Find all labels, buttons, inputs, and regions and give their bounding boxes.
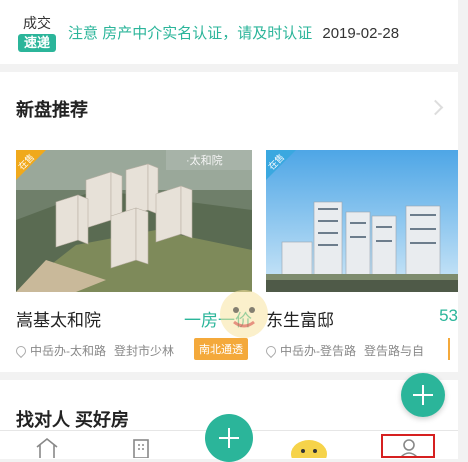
project-district: 中岳办-太和路	[30, 344, 106, 358]
image-caption: ·太和院	[186, 155, 223, 167]
news-headline[interactable]: 注意 房产中介实名认证，请及时认证 2019-02-28	[68, 22, 399, 43]
project-area: 登告路与自	[364, 344, 425, 358]
home-icon[interactable]	[34, 436, 60, 458]
project-location: 中岳办-太和路 登封市少林	[13, 342, 175, 359]
project-district: 中岳办-登告路	[280, 344, 356, 358]
chevron-right-icon[interactable]	[427, 99, 444, 116]
project-image: 在售	[266, 150, 458, 292]
section-title: 新盘推荐	[16, 100, 88, 120]
news-badge-top: 成交	[23, 15, 51, 31]
floating-plus-button[interactable]	[401, 373, 445, 417]
project-name: 东生富邸	[266, 311, 334, 330]
building-icon[interactable]	[130, 438, 152, 458]
project-name: 嵩基太和院	[16, 311, 101, 330]
news-tag: 注意	[68, 25, 99, 42]
highlight-box	[381, 434, 435, 458]
project-image: 在售 ·太和院	[16, 150, 252, 292]
news-banner[interactable]: 成交 速递 注意 房产中介实名认证，请及时认证 2019-02-28	[0, 0, 458, 64]
news-title: 房产中介实名认证，请及时认证	[102, 25, 313, 42]
sale-status-tag: 在售	[266, 150, 296, 180]
project-location: 中岳办-登告路 登告路与自	[263, 342, 425, 359]
mascot-watermark-icon	[220, 290, 268, 338]
mascot-icon[interactable]	[288, 436, 330, 458]
new-projects-section: 新盘推荐 在售 ·太和院 嵩基太和院 一房一价 中岳办-太和路 登封市少林 南北…	[0, 72, 458, 372]
project-area: 登封市少林	[114, 344, 175, 358]
publish-plus-icon[interactable]	[205, 414, 253, 462]
project-card[interactable]: 在售 ·太和院 嵩基太和院 一房一价 中岳办-太和路 登封市少林 南北通透	[13, 150, 252, 360]
news-badge-bottom: 速递	[18, 34, 56, 52]
project-price: 53	[439, 306, 458, 325]
project-card[interactable]: 在售 东生富邸 53 中岳办-登告路 登告路与自	[263, 150, 458, 360]
news-date: 2019-02-28	[322, 25, 400, 42]
news-badge: 成交 速递	[18, 14, 56, 52]
location-pin-icon	[13, 343, 29, 359]
location-pin-icon	[263, 343, 279, 359]
sale-status-tag: 在售	[16, 150, 46, 180]
feature-tag-edge	[448, 338, 450, 360]
section-title: 找对人 买好房	[16, 410, 130, 430]
